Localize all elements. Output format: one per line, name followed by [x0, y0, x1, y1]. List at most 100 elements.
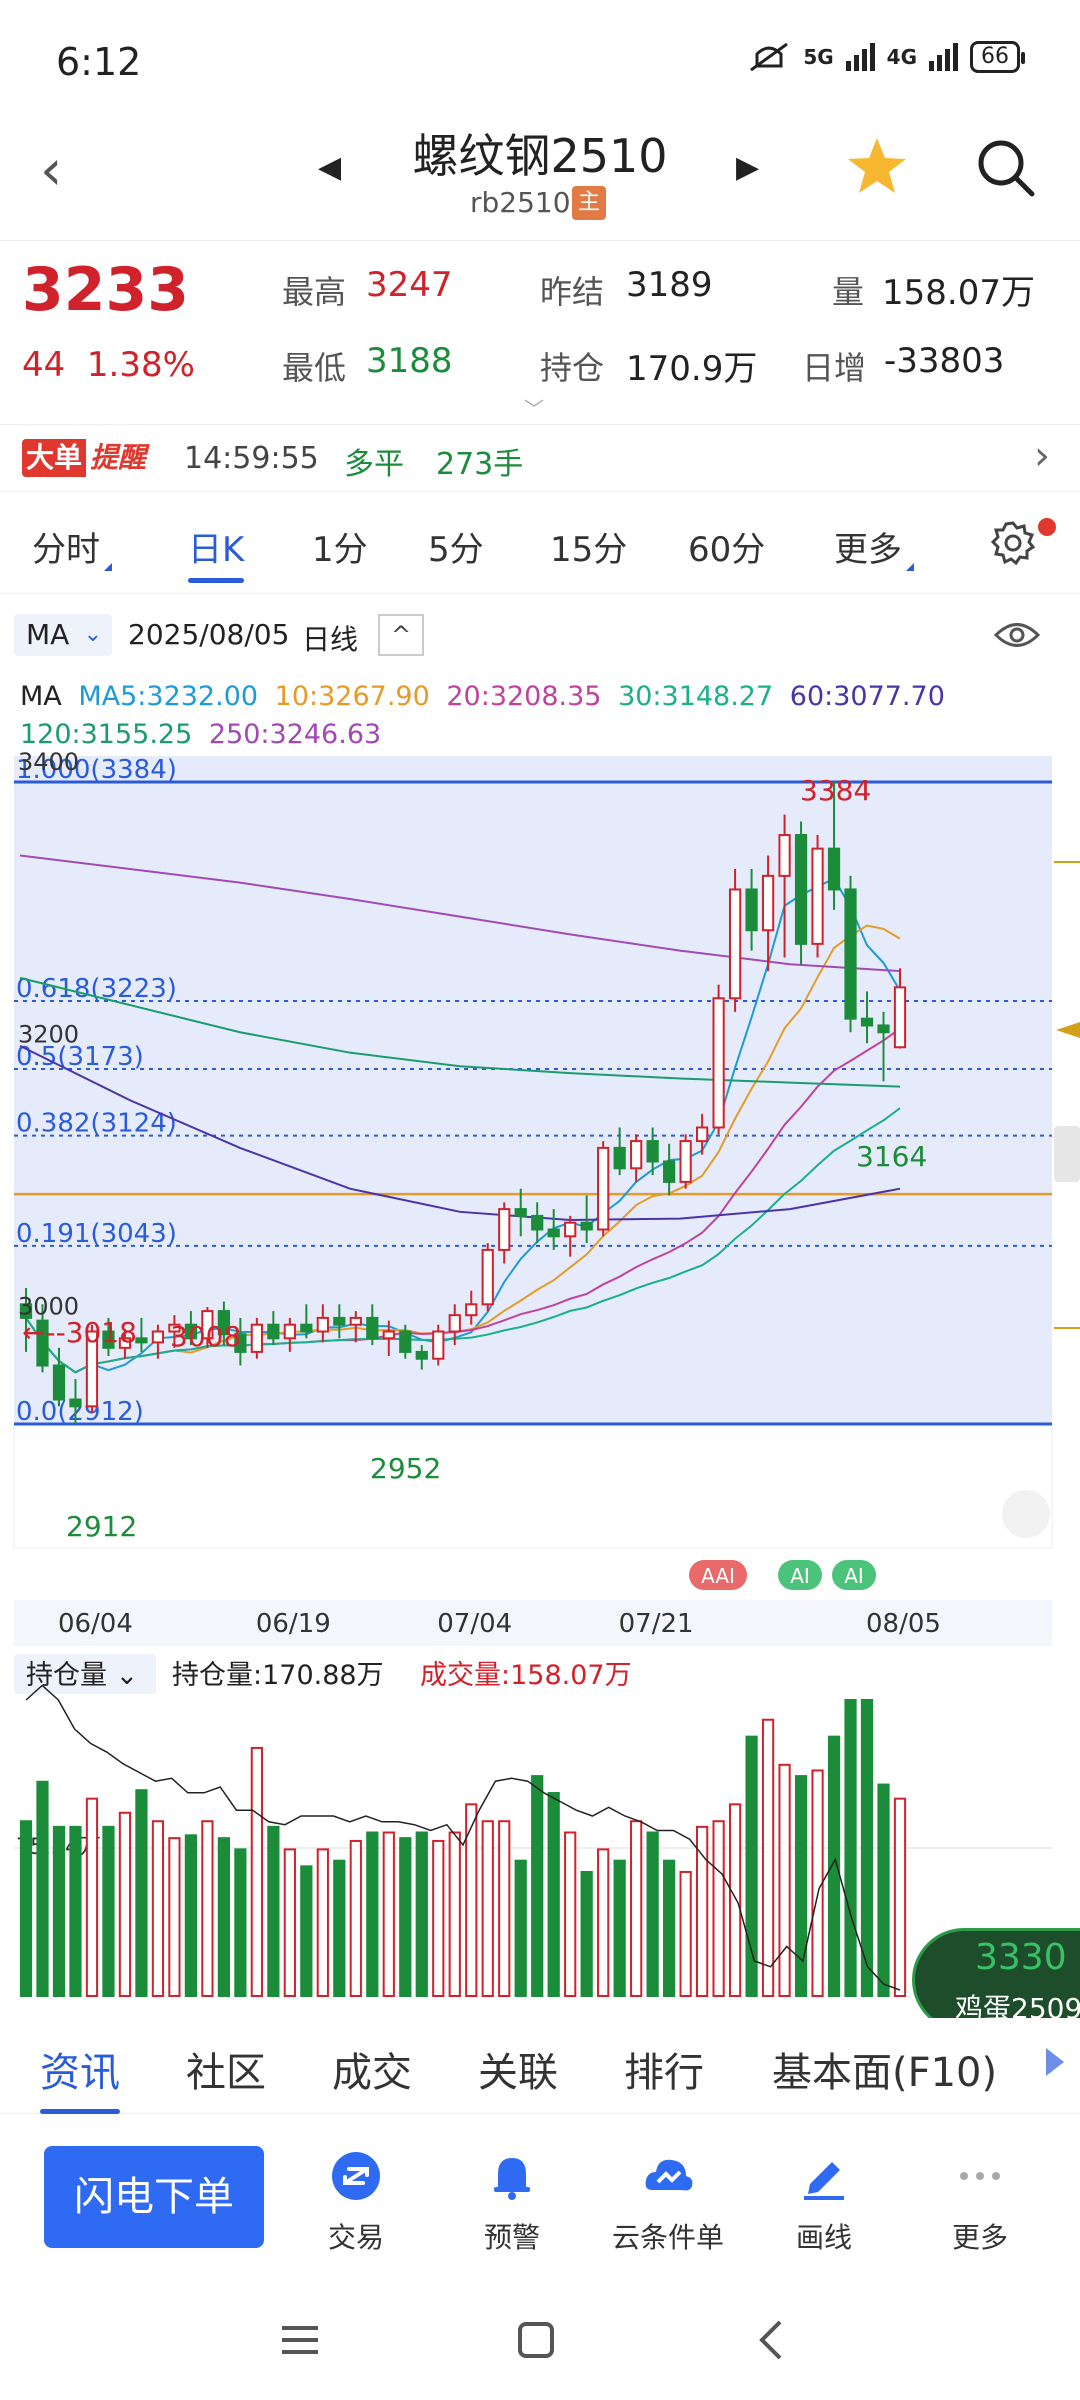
candle-down	[580, 1221, 593, 1231]
volume-bar-down	[514, 1859, 527, 1997]
ai-tag-label: AI	[844, 1564, 864, 1588]
volume-bar-down	[217, 1837, 230, 1997]
cloud-order-button[interactable]: 云条件单	[598, 2150, 738, 2256]
volume-bar-up	[250, 1746, 263, 1998]
tab-more[interactable]: 更多	[834, 522, 914, 571]
ai-tag-label: AI	[790, 1564, 810, 1588]
candle-down	[366, 1316, 379, 1340]
tab-ranking[interactable]: 排行	[624, 2040, 704, 2098]
ma20-value: 20:3208.35	[446, 681, 602, 712]
gear-icon[interactable]	[990, 520, 1036, 566]
tabs-scroll-right-icon[interactable]	[1046, 2048, 1064, 2076]
chart-interval: 日线	[302, 623, 359, 656]
prev-settle-value: 3189	[626, 265, 713, 305]
network-5g-label: 5G	[803, 45, 834, 69]
tab-daily-k[interactable]: 日K	[188, 522, 245, 583]
contract-code: rb2510	[470, 186, 571, 219]
volume-bar-down	[580, 1870, 593, 1998]
candle-down	[514, 1208, 527, 1217]
related-quote-float[interactable]: 3330 鸡蛋2509	[912, 1928, 1080, 2032]
volume-bar-down	[399, 1837, 412, 1997]
volume-bar-up	[498, 1820, 511, 1997]
tab-15min[interactable]: 15分	[550, 522, 627, 571]
tab-community[interactable]: 社区	[186, 2040, 266, 2098]
flash-order-button[interactable]: 闪电下单	[44, 2146, 264, 2248]
candle-up	[448, 1314, 461, 1333]
chevron-down-icon: ⌄	[83, 622, 102, 647]
tab-related[interactable]: 关联	[478, 2040, 558, 2098]
volume-bar-up	[316, 1848, 329, 1998]
eye-icon[interactable]	[994, 618, 1040, 652]
menu-icon[interactable]	[270, 2310, 330, 2370]
quote-panel: 3233 44 1.38% 最高 3247 最低 3188 昨结 3189 持仓…	[0, 240, 1080, 422]
back-nav-icon[interactable]	[742, 2310, 802, 2370]
volume-bar-up	[168, 1837, 181, 1997]
tab-intraday[interactable]: 分时	[32, 522, 112, 571]
notification-dot	[1038, 518, 1056, 536]
candle-down	[827, 847, 841, 891]
tab-fundamentals[interactable]: 基本面(F10)	[772, 2040, 997, 2098]
volume-bar-up	[712, 1820, 725, 1997]
candle-down	[399, 1330, 412, 1353]
candle-up	[564, 1221, 577, 1238]
volume-bar-up	[283, 1848, 296, 1998]
status-time: 6:12	[56, 40, 142, 84]
volume-bar-up	[151, 1820, 165, 1997]
candle-up	[151, 1330, 165, 1344]
high-annotation-3008: 3008	[170, 1320, 241, 1353]
indicator-select[interactable]: MA ⌄	[14, 614, 112, 656]
home-icon[interactable]	[506, 2310, 566, 2370]
signal-5g-icon	[845, 43, 875, 71]
candle-up	[498, 1208, 511, 1251]
volume-bar-down	[267, 1825, 280, 1998]
tab-5min[interactable]: 5分	[428, 522, 484, 571]
candle-up	[778, 834, 791, 877]
candle-up	[893, 986, 907, 1049]
status-bar: 6:12 5G 4G 66	[0, 0, 1080, 120]
trade-button[interactable]: 交易	[286, 2150, 426, 2256]
volume-bar-down	[860, 1699, 874, 1997]
low-value: 3188	[366, 341, 453, 381]
star-icon[interactable]	[844, 134, 910, 200]
tab-60min[interactable]: 60分	[688, 522, 765, 571]
chevron-down-icon[interactable]: ﹀	[524, 393, 544, 422]
high-annotation-3018: ←--3018	[22, 1316, 137, 1349]
price-tick-label: 3200	[18, 1020, 79, 1048]
high-annotation: 3384	[800, 774, 871, 807]
candle-down	[267, 1323, 280, 1340]
alert-direction: 多平	[344, 447, 404, 482]
open-interest-readout: 持仓量:170.88万	[172, 1660, 384, 1691]
tab-trades[interactable]: 成交	[332, 2040, 412, 2098]
candle-down	[531, 1214, 544, 1231]
period-tabs: 分时 日K 1分 5分 15分 60分 更多	[0, 498, 1080, 594]
candle-up	[630, 1140, 643, 1170]
volume-bar-up	[201, 1820, 214, 1997]
collapse-button[interactable]: ^	[378, 614, 424, 656]
open-interest-value: 170.9万	[626, 349, 758, 389]
chevron-right-icon[interactable]: ›	[1034, 433, 1050, 479]
volume-bar-up	[778, 1763, 791, 1998]
draw-line-button[interactable]: 画线	[754, 2150, 894, 2256]
more-button[interactable]: 更多	[910, 2150, 1050, 2256]
candle-up	[696, 1126, 709, 1143]
tab-1min[interactable]: 1分	[312, 522, 368, 571]
big-order-alert[interactable]: 大单 提醒 14:59:55 多平 273手 ›	[0, 424, 1080, 492]
tab-news[interactable]: 资讯	[40, 2040, 120, 2114]
volume-bar-down	[415, 1831, 428, 1997]
ai-tag-label: AAI	[701, 1564, 735, 1588]
network-4g-label: 4G	[886, 45, 917, 69]
bell-icon	[494, 2158, 530, 2200]
candle-up	[597, 1146, 610, 1231]
volume-bar-up	[118, 1811, 132, 1998]
daily-change-value: -33803	[884, 341, 1005, 381]
volume-bar-down	[36, 1780, 49, 1998]
prev-settle-label: 昨结	[540, 273, 605, 311]
alert-button[interactable]: 预警	[442, 2150, 582, 2256]
volume-bar-up	[728, 1803, 742, 1998]
volume-bar-up	[382, 1831, 395, 1997]
date-tick-label: 06/04	[58, 1609, 133, 1639]
volume-bar-up	[564, 1831, 577, 1997]
search-icon[interactable]	[972, 134, 1038, 200]
candle-up	[728, 888, 742, 1000]
next-contract-button[interactable]: ▶	[736, 150, 759, 185]
